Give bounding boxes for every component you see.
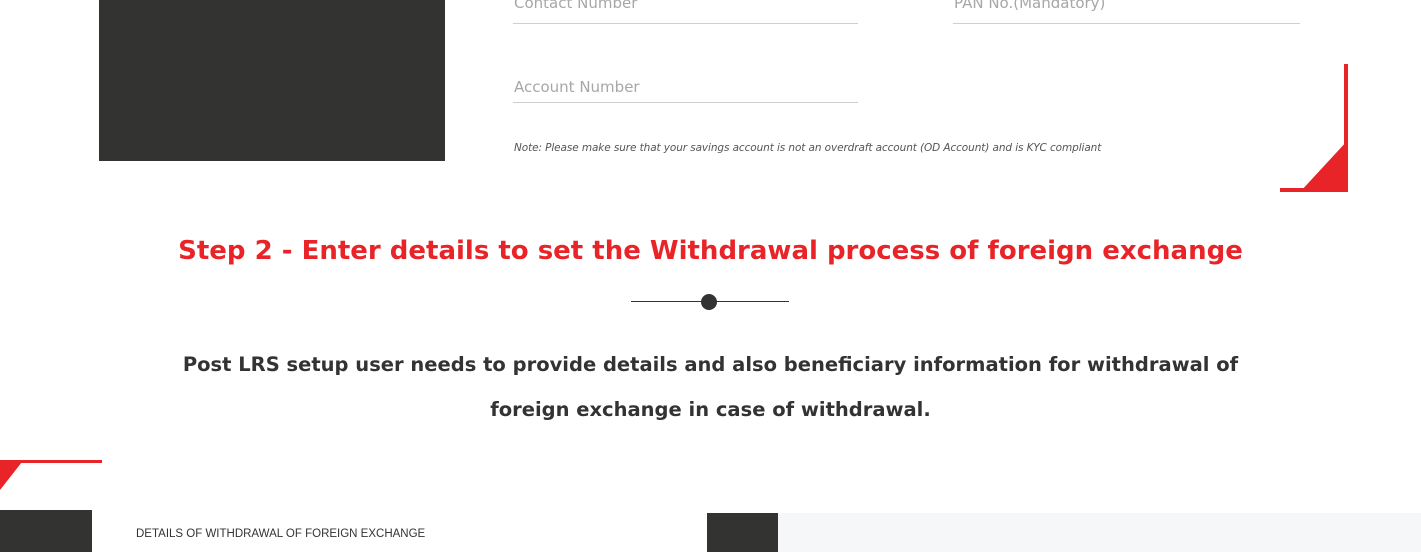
red-corner-accent-bottom <box>0 460 102 490</box>
lower-right-panel <box>778 513 1421 552</box>
account-number-underline <box>513 102 858 103</box>
divider-dot <box>701 294 717 310</box>
divider-line-left <box>631 301 703 302</box>
lower-left-dark-block <box>0 510 92 552</box>
red-corner-accent-top <box>1280 64 1348 192</box>
divider-line-right <box>715 301 789 302</box>
contact-number-label: Contact Number <box>514 0 638 12</box>
step-2-title: Step 2 - Enter details to set the Withdr… <box>178 236 1243 266</box>
withdrawal-details-panel-title: DETAILS OF WITHDRAWAL OF FOREIGN EXCHANG… <box>136 528 426 540</box>
step-2-description-line-2: foreign exchange in case of withdrawal. <box>490 398 931 421</box>
pan-number-label: PAN No.(Mandatory) <box>954 0 1106 12</box>
pan-number-underline <box>953 23 1300 24</box>
lower-right-dark-block <box>707 513 778 552</box>
step-2-description-line-1: Post LRS setup user needs to provide det… <box>182 353 1239 376</box>
contact-number-underline <box>513 23 858 24</box>
screenshot-image-dark-block <box>99 0 445 161</box>
kyc-note: Note: Please make sure that your savings… <box>514 141 1102 154</box>
account-number-label: Account Number <box>514 78 640 96</box>
